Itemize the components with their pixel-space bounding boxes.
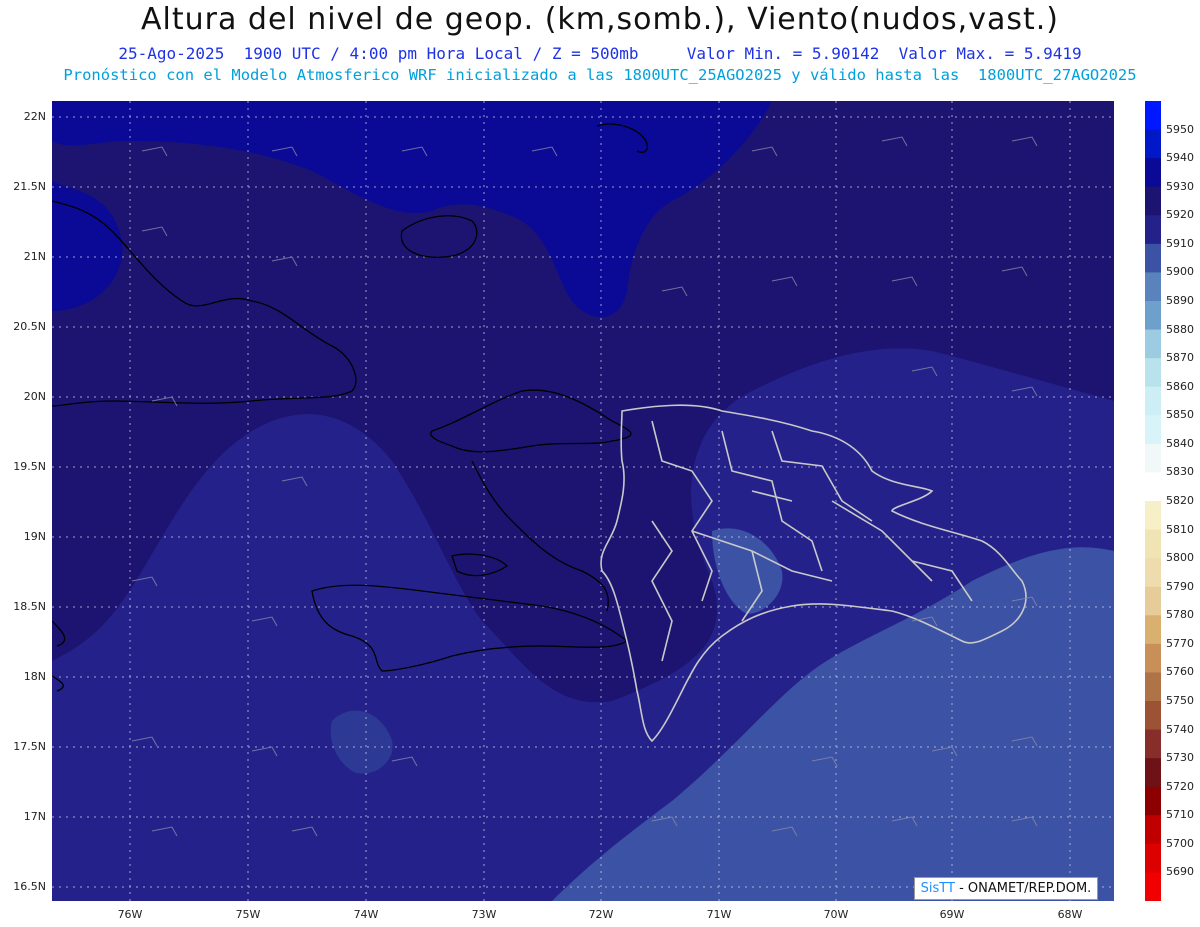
lon-label-73w: 73W	[471, 908, 497, 921]
color-bar-swatch	[1145, 529, 1161, 559]
color-bar-swatch	[1145, 701, 1161, 731]
color-bar-label: 5870	[1166, 351, 1194, 365]
color-bar-label: 5740	[1166, 722, 1194, 736]
color-bar-label: 5860	[1166, 379, 1194, 393]
model-info-line: Pronóstico con el Modelo Atmosferico WRF…	[63, 66, 1137, 84]
color-bar-label: 5850	[1166, 408, 1194, 422]
credit-box: SisTT - ONAMET/REP.DOM.	[914, 877, 1098, 900]
geopotential-map	[52, 101, 1114, 901]
color-bar-label: 5790	[1166, 579, 1194, 593]
color-bar-label: 5930	[1166, 179, 1194, 193]
color-bar-label: 5720	[1166, 779, 1194, 793]
lon-label-75w: 75W	[235, 908, 261, 921]
color-bar-label: 5700	[1166, 836, 1194, 850]
color-bar-swatch	[1145, 643, 1161, 673]
color-bar-label: 5730	[1166, 751, 1194, 765]
forecast-time-line: 25-Ago-2025 1900 UTC / 4:00 pm Hora Loca…	[118, 44, 1082, 63]
color-bar-label: 5900	[1166, 265, 1194, 279]
color-bar-swatch	[1145, 129, 1161, 159]
color-bar-label: 5920	[1166, 208, 1194, 222]
color-bar-label: 5890	[1166, 294, 1194, 307]
color-bar-label: 5800	[1166, 551, 1194, 565]
color-bar-label: 5780	[1166, 608, 1194, 622]
color-bar-swatch	[1145, 186, 1161, 216]
color-bar-label: 5710	[1166, 808, 1194, 822]
color-bar-swatch	[1145, 415, 1161, 445]
color-bar-swatch	[1145, 472, 1161, 502]
color-bar-label: 5940	[1166, 151, 1194, 165]
color-bar-label: 5690	[1166, 865, 1194, 879]
color-bar-swatch	[1145, 501, 1161, 531]
lon-label-74w: 74W	[353, 908, 379, 921]
lat-label-19n: 19N	[23, 530, 46, 543]
lon-label-69w: 69W	[939, 908, 965, 921]
credit-sis: SisTT	[920, 881, 955, 896]
color-bar-swatch	[1145, 786, 1161, 816]
lat-label-20n: 20N	[23, 390, 46, 403]
color-bar-swatch	[1145, 815, 1161, 845]
color-bar-label: 5760	[1166, 665, 1194, 679]
color-bar-swatch	[1145, 329, 1161, 359]
color-bar-swatch	[1145, 101, 1161, 131]
color-bar-label: 5810	[1166, 522, 1194, 536]
lat-label-16-5n: 16.5N	[13, 880, 46, 893]
color-bar	[1145, 101, 1161, 901]
lat-label-18n: 18N	[23, 670, 46, 683]
lon-label-68w: 68W	[1057, 908, 1083, 921]
color-bar-label: 5750	[1166, 694, 1194, 707]
lon-label-76w: 76W	[117, 908, 143, 921]
lat-label-17n: 17N	[23, 810, 46, 823]
color-bar-label: 5820	[1166, 494, 1194, 507]
lon-label-71w: 71W	[706, 908, 732, 921]
color-bar-label: 5880	[1166, 322, 1194, 336]
color-bar-swatch	[1145, 386, 1161, 416]
color-bar-label: 5910	[1166, 236, 1194, 250]
color-bar-swatch	[1145, 615, 1161, 645]
color-bar-label: 5770	[1166, 636, 1194, 650]
color-bar-swatch	[1145, 272, 1161, 302]
lon-label-72w: 72W	[588, 908, 614, 921]
color-bar-swatch	[1145, 358, 1161, 388]
lat-label-18-5n: 18.5N	[13, 600, 46, 613]
lat-label-19-5n: 19.5N	[13, 460, 46, 473]
lat-label-17-5n: 17.5N	[13, 740, 46, 753]
color-bar-swatch	[1145, 443, 1161, 473]
map-title: Altura del nivel de geop. (km,somb.), Vi…	[141, 2, 1059, 37]
lat-label-20-5n: 20.5N	[13, 320, 46, 333]
color-bar-swatch	[1145, 158, 1161, 188]
color-bar-swatch	[1145, 301, 1161, 331]
color-bar-label: 5950	[1166, 122, 1194, 136]
color-bar-swatch	[1145, 729, 1161, 759]
lat-label-21n: 21N	[23, 250, 46, 263]
color-bar-swatch	[1145, 872, 1161, 901]
lon-label-70w: 70W	[823, 908, 849, 921]
color-bar-swatch	[1145, 243, 1161, 273]
credit-org: - ONAMET/REP.DOM.	[954, 881, 1092, 896]
color-bar-swatch	[1145, 758, 1161, 788]
color-bar-swatch	[1145, 843, 1161, 873]
color-bar-swatch	[1145, 586, 1161, 616]
color-bar-swatch	[1145, 672, 1161, 702]
color-bar-label: 5830	[1166, 465, 1194, 479]
color-bar-swatch	[1145, 558, 1161, 588]
color-bar-swatch	[1145, 215, 1161, 245]
color-bar-label: 5840	[1166, 436, 1194, 450]
lat-label-22n: 22N	[23, 110, 46, 123]
lat-label-21-5n: 21.5N	[13, 180, 46, 193]
